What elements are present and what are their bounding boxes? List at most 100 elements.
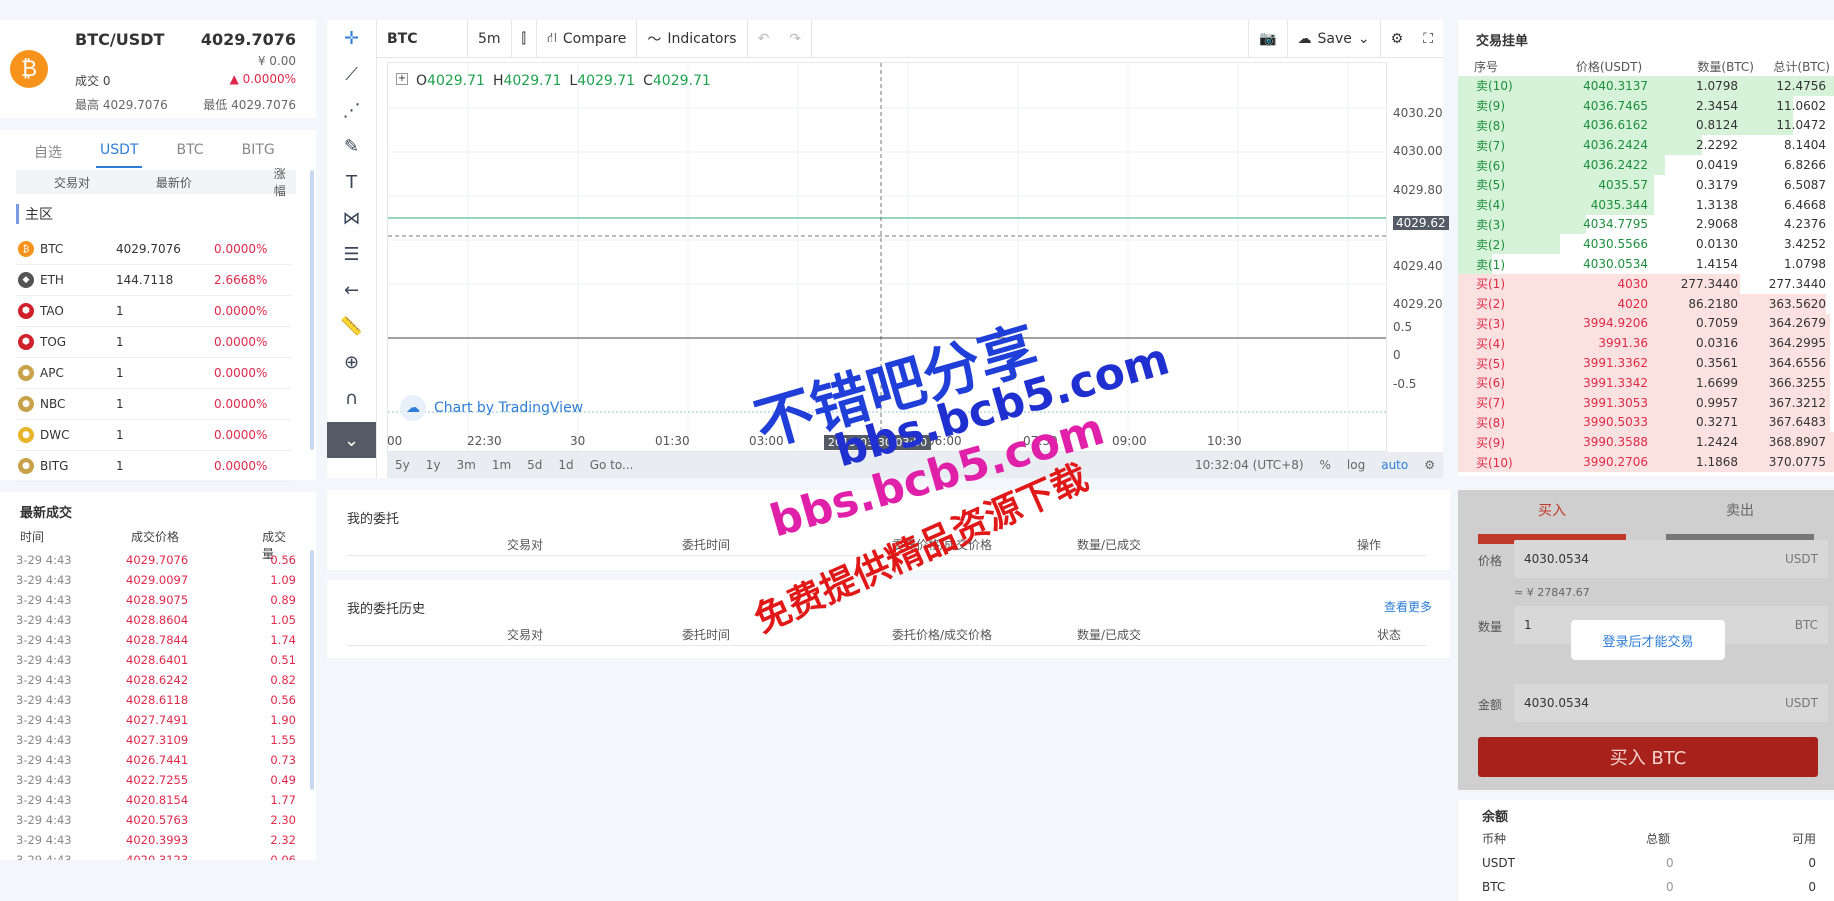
bid-row[interactable]: 买(1) 4030 277.3440 277.3440	[1458, 274, 1834, 294]
range-button[interactable]: 1d	[550, 458, 581, 472]
book-total: 6.8266	[1784, 158, 1826, 173]
amount-input[interactable]: 4030.0534 USDT	[1514, 684, 1828, 722]
buy-btc-button[interactable]: 买入 BTC	[1478, 737, 1818, 777]
book-label: 买(3)	[1476, 316, 1505, 331]
market-item-apc[interactable]: ● APC 1 0.0000%	[16, 358, 291, 389]
market-item-dwc[interactable]: ● DWC 1 0.0000%	[16, 420, 291, 451]
price-axis[interactable]: 4030.20 4030.00 4029.80 4029.62 4029.40 4029.…	[1387, 62, 1449, 452]
crosshair-icon[interactable]: ✛	[327, 20, 376, 56]
ask-row[interactable]: 卖(8) 4036.6162 0.8124 11.0472	[1458, 115, 1834, 136]
ruler-icon[interactable]: 📏	[327, 308, 376, 344]
scale-option-button[interactable]: %	[1312, 458, 1339, 472]
brush-icon[interactable]: ✎	[327, 128, 376, 164]
order-history-header: 交易对 委托时间 委托价格/成交价格 数量/已成交 状态	[347, 622, 1427, 646]
range-button[interactable]: 5y	[387, 458, 418, 472]
ask-row[interactable]: 卖(2) 4030.5566 0.0130 3.4252	[1458, 234, 1834, 255]
col-order-time: 委托时间	[682, 538, 731, 552]
ask-row[interactable]: 卖(3) 4034.7795 2.9068 4.2376	[1458, 214, 1834, 235]
ask-row[interactable]: 卖(1) 4030.0534 1.4154 1.0798	[1458, 254, 1834, 274]
back-arrow-icon[interactable]: ←	[327, 272, 376, 308]
time-axis[interactable]: 00 22:30 30 01:30 03:00 06:00 07:30 09:00 10:30	[387, 434, 1387, 452]
price-input[interactable]: 4030.0534 USDT	[1514, 540, 1828, 578]
book-qty: 1.1868	[1696, 455, 1738, 470]
amount-value: 4030.0534	[1524, 696, 1589, 710]
range-button[interactable]: 1m	[484, 458, 519, 472]
tab-bitg[interactable]: BITG	[238, 142, 279, 168]
col-order-time: 委托时间	[682, 628, 731, 642]
ask-row[interactable]: 卖(10) 4040.3137 1.0798 12.4756	[1458, 76, 1834, 96]
market-item-bitg[interactable]: ● BITG 1 0.0000%	[16, 451, 291, 482]
ask-row[interactable]: 卖(5) 4035.57 0.3179 6.5087	[1458, 175, 1834, 195]
redo-icon[interactable]: ↷	[779, 31, 811, 47]
range-button[interactable]: 3m	[449, 458, 484, 472]
interval-select[interactable]: 5m	[468, 31, 511, 47]
prediction-tool-icon[interactable]: ☰	[327, 236, 376, 272]
bid-row[interactable]: 买(5) 3991.3362 0.3561 364.6556	[1458, 353, 1834, 373]
book-price: 4036.6162	[1583, 118, 1648, 133]
pattern-tool-icon[interactable]: ⋈	[327, 200, 376, 236]
chart-settings-icon[interactable]: ⚙	[1416, 458, 1443, 472]
ask-row[interactable]: 卖(9) 4036.7465 2.3454 11.0602	[1458, 95, 1834, 116]
login-to-trade-button[interactable]: 登录后才能交易	[1571, 620, 1725, 660]
indicators-icon: 〜	[647, 31, 662, 48]
bid-row[interactable]: 买(3) 3994.9206 0.7059 364.2679	[1458, 313, 1834, 334]
market-item-btc[interactable]: ₿ BTC 4029.7076 0.0000%	[16, 234, 291, 265]
text-tool-icon[interactable]: T	[327, 164, 376, 200]
camera-icon[interactable]: 📷	[1249, 31, 1286, 47]
book-qty: 1.2424	[1696, 435, 1738, 450]
range-button[interactable]: 1y	[418, 458, 449, 472]
trend-line-icon[interactable]: ⟋	[327, 56, 376, 92]
trades-scrollbar[interactable]	[310, 550, 314, 790]
range-button[interactable]: 5d	[519, 458, 550, 472]
bid-row[interactable]: 买(9) 3990.3588 1.2424 368.8907	[1458, 432, 1834, 453]
undo-icon[interactable]: ↶	[748, 31, 780, 47]
cloud-icon: ☁	[1297, 30, 1312, 47]
fib-tool-icon[interactable]: ⋰	[327, 92, 376, 128]
symbol-search[interactable]: BTC	[377, 31, 467, 47]
balance-row: BTC 0 0	[1482, 880, 1816, 894]
trade-volume: 0.06	[270, 853, 296, 860]
trade-time: 3-29 4:43	[16, 633, 72, 647]
candle-type-icon[interactable]: ⫿	[512, 31, 536, 47]
bid-row[interactable]: 买(2) 4020 86.2180 363.5620	[1458, 293, 1834, 314]
bid-row[interactable]: 买(4) 3991.36 0.0316 364.2995	[1458, 333, 1834, 354]
market-item-eth[interactable]: ◆ ETH 144.7118 2.6668%	[16, 265, 291, 296]
scale-option-button[interactable]: auto	[1373, 458, 1416, 472]
bid-row[interactable]: 买(8) 3990.5033 0.3271 367.6483	[1458, 412, 1834, 433]
bid-row[interactable]: 买(7) 3991.3053 0.9957 367.3212	[1458, 392, 1834, 413]
tab-buy[interactable]: 买入	[1458, 490, 1646, 544]
ask-row[interactable]: 卖(7) 4036.2424 2.2292 8.1404	[1458, 135, 1834, 156]
legend-toggle-icon[interactable]: +	[396, 73, 408, 85]
book-total: 1.0798	[1784, 257, 1826, 272]
market-item-tog[interactable]: ⬢ TOG 1 0.0000%	[16, 327, 291, 358]
market-scrollbar[interactable]	[310, 170, 314, 450]
book-label: 买(7)	[1476, 396, 1505, 411]
tab-sell[interactable]: 卖出	[1646, 490, 1834, 544]
ask-row[interactable]: 卖(6) 4036.2422 0.0419 6.8266	[1458, 155, 1834, 175]
bid-row[interactable]: 买(6) 3991.3342 1.6699 366.3255	[1458, 373, 1834, 393]
indicators-button[interactable]: 〜 Indicators	[637, 29, 746, 49]
range-button[interactable]: Go to...	[582, 458, 642, 472]
scale-option-button[interactable]: log	[1339, 458, 1373, 472]
ask-row[interactable]: 卖(4) 4035.344 1.3138 6.4668	[1458, 194, 1834, 215]
fullscreen-icon[interactable]: ⛶	[1413, 31, 1443, 47]
view-more-link[interactable]: 查看更多	[1384, 598, 1432, 615]
chart-plot-area[interactable]: + O4029.71 H4029.71 L4029.71 C4029.71 ☁ …	[387, 62, 1387, 452]
market-item-tao[interactable]: ⬢ TAO 1 0.0000%	[16, 296, 291, 327]
zoom-icon[interactable]: ⊕	[327, 344, 376, 380]
tradingview-credit[interactable]: ☁ Chart by TradingView	[400, 395, 583, 421]
save-button[interactable]: ☁ Save ⌄	[1288, 31, 1380, 47]
magnet-icon[interactable]: ∩	[327, 380, 376, 416]
compare-button[interactable]: ⛙ Compare	[537, 30, 636, 48]
tab-btc[interactable]: BTC	[172, 142, 207, 168]
trade-volume: 1.05	[270, 613, 296, 627]
book-label: 买(10)	[1476, 455, 1513, 470]
bid-row[interactable]: 买(10) 3990.2706 1.1868 370.0775	[1458, 452, 1834, 472]
tab-favorites[interactable]: 自选	[30, 142, 66, 168]
trade-time: 3-29 4:43	[16, 833, 72, 847]
settings-icon[interactable]: ⚙	[1381, 31, 1414, 47]
collapse-toolbar-icon[interactable]: ⌄	[327, 422, 376, 458]
buy-tab-label: 买入	[1538, 503, 1566, 519]
market-item-nbc[interactable]: ● NBC 1 0.0000%	[16, 389, 291, 420]
tab-usdt[interactable]: USDT	[96, 142, 143, 168]
